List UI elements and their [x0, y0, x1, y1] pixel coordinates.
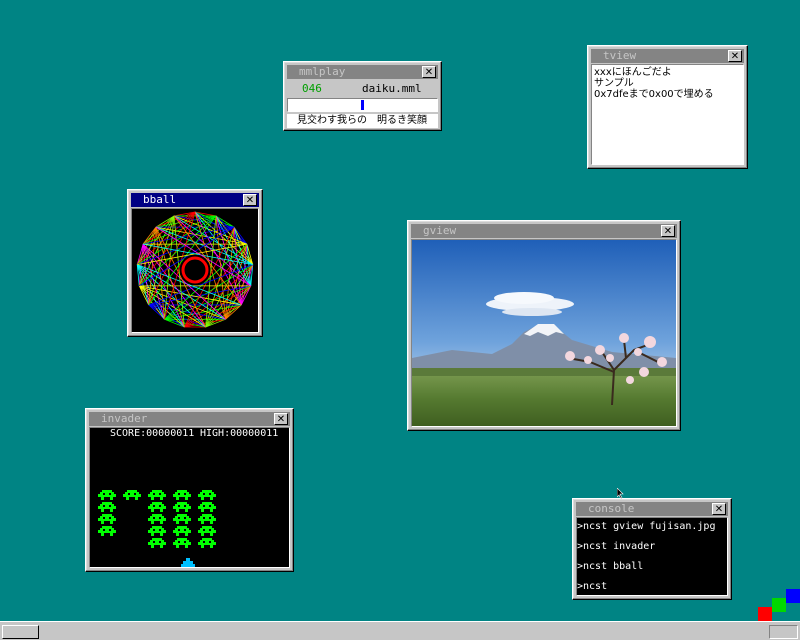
close-icon[interactable]: ✕	[728, 50, 742, 62]
console-line: >ncst bball	[577, 561, 644, 572]
mmlplay-titlebar[interactable]: mmlplay ✕	[287, 65, 438, 79]
taskbar	[0, 621, 800, 640]
gview-window[interactable]: gview ✕	[407, 220, 681, 431]
invader-icon	[198, 514, 216, 524]
close-icon[interactable]: ✕	[661, 225, 675, 237]
invader-icon	[173, 490, 191, 500]
invader-formation	[90, 428, 289, 567]
invader-icon	[148, 490, 166, 500]
invader-icon	[148, 538, 166, 548]
invader-titlebar[interactable]: invader ✕	[89, 412, 290, 426]
invader-playfield[interactable]: SCORE:00000011 HIGH:00000011	[89, 427, 290, 568]
invader-window[interactable]: invader ✕ SCORE:00000011 HIGH:00000011	[85, 408, 294, 572]
text-line: 0x7dfeまで0x00で埋める	[594, 89, 714, 100]
text-line: xxxにほんごだよ	[594, 67, 672, 78]
window-title: console	[588, 502, 635, 515]
window-title: mmlplay	[299, 65, 346, 78]
track-filename: daiku.mml	[362, 82, 422, 95]
window-title: tview	[603, 49, 637, 62]
tview-window[interactable]: tview ✕ xxxにほんごだよ サンプル 0x7dfeまで0x00で埋める	[587, 45, 748, 169]
lyric-text: 見交わす我らの 明るき笑顔	[297, 115, 427, 126]
close-icon[interactable]: ✕	[274, 413, 288, 425]
mouse-cursor-icon	[617, 488, 624, 499]
invader-icon	[148, 514, 166, 524]
image-view	[411, 239, 677, 427]
invader-icon	[198, 538, 216, 548]
invader-icon	[173, 502, 191, 512]
color-cubes-logo	[758, 589, 800, 621]
console-titlebar[interactable]: console ✕	[576, 502, 728, 516]
start-button[interactable]	[2, 625, 39, 639]
invader-icon	[123, 490, 141, 500]
bball-canvas	[131, 208, 259, 333]
invader-icon	[173, 538, 191, 548]
console-line: >ncst invader	[577, 541, 656, 552]
invader-icon	[173, 526, 191, 536]
bball-titlebar[interactable]: bball ✕	[131, 193, 259, 207]
invader-icon	[98, 526, 116, 536]
bouncing-ball-lines-graphic	[136, 211, 254, 328]
progress-track[interactable]	[287, 98, 438, 112]
gview-titlebar[interactable]: gview ✕	[411, 224, 677, 238]
console-window[interactable]: console ✕ >ncst gview fujisan.jpg >ncst …	[572, 498, 732, 600]
close-icon[interactable]: ✕	[243, 194, 257, 206]
tview-titlebar[interactable]: tview ✕	[591, 49, 744, 63]
close-icon[interactable]: ✕	[712, 503, 726, 515]
invader-icon	[198, 490, 216, 500]
window-title: gview	[423, 224, 457, 237]
tray-box[interactable]	[769, 625, 798, 639]
lyric-display: 見交わす我らの 明るき笑顔	[287, 114, 438, 128]
track-counter: 046	[302, 82, 322, 95]
invader-icon	[98, 490, 116, 500]
mmlplay-window[interactable]: mmlplay ✕ 046 daiku.mml 見交わす我らの 明るき笑顔	[283, 61, 442, 131]
console-output[interactable]: >ncst gview fujisan.jpg >ncst invader >n…	[576, 517, 728, 596]
invader-icon	[148, 526, 166, 536]
bball-window[interactable]: bball ✕	[127, 189, 263, 337]
invader-icon	[198, 502, 216, 512]
player-ship-icon	[181, 558, 195, 567]
progress-indicator[interactable]	[361, 100, 364, 110]
window-title: invader	[101, 412, 148, 425]
invader-icon	[173, 514, 191, 524]
invader-icon	[198, 526, 216, 536]
window-title: bball	[143, 193, 177, 206]
text-line: サンプル	[594, 78, 634, 89]
console-line: >ncst	[577, 581, 608, 592]
invader-icon	[98, 514, 116, 524]
invader-icon	[98, 502, 116, 512]
text-view[interactable]: xxxにほんごだよ サンプル 0x7dfeまで0x00で埋める	[591, 64, 744, 165]
close-icon[interactable]: ✕	[422, 66, 436, 78]
invader-icon	[148, 502, 166, 512]
mount-fuji-photo	[412, 240, 676, 426]
console-line: >ncst gview fujisan.jpg	[577, 521, 716, 532]
